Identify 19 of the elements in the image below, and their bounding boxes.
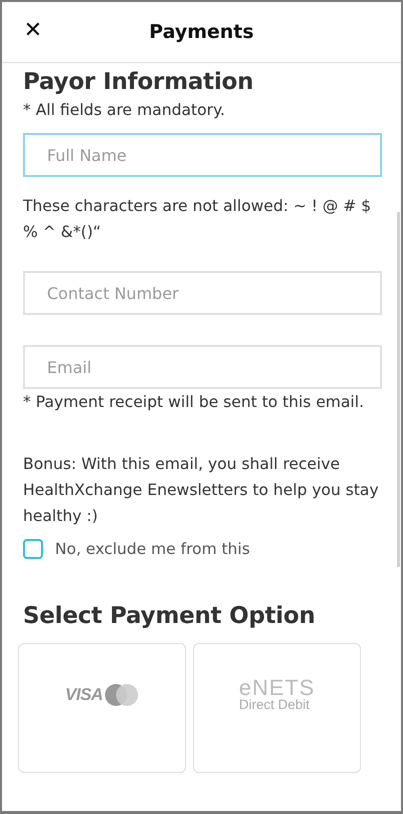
section-heading: Select Payment Option (23, 603, 316, 629)
payment-option[interactable]: eNETS Direct Debit (193, 643, 361, 773)
checkbox[interactable] (23, 539, 43, 559)
logo-text: VISA (65, 685, 103, 705)
scrollbar[interactable] (397, 212, 400, 567)
mandatory-note: * All fields are mandatory. (23, 100, 226, 121)
page-title: Payments (149, 21, 254, 43)
input-field[interactable]: Email (23, 345, 382, 389)
section-heading: Payor Information (23, 69, 254, 95)
checkbox-label: No, exclude me from this (55, 540, 250, 558)
logo-subtext: Direct Debit (239, 698, 310, 712)
field-help: These characters are not allowed: ~ ! @ # $ % ^ &*()“ (23, 196, 372, 243)
field-hint: * Payment receipt will be sent to this email. (23, 392, 365, 413)
payment-option[interactable]: VISA (18, 643, 186, 773)
bonus-text: Bonus: With this email, you shall receive HealthXchange Enewsletters to help you stay healthy :) (23, 454, 380, 527)
input-field[interactable]: Full Name (23, 133, 382, 177)
input-field[interactable]: Contact Number (23, 271, 382, 315)
close-button[interactable]: ✕ (20, 16, 46, 46)
logo-text: eNETS (239, 678, 315, 698)
